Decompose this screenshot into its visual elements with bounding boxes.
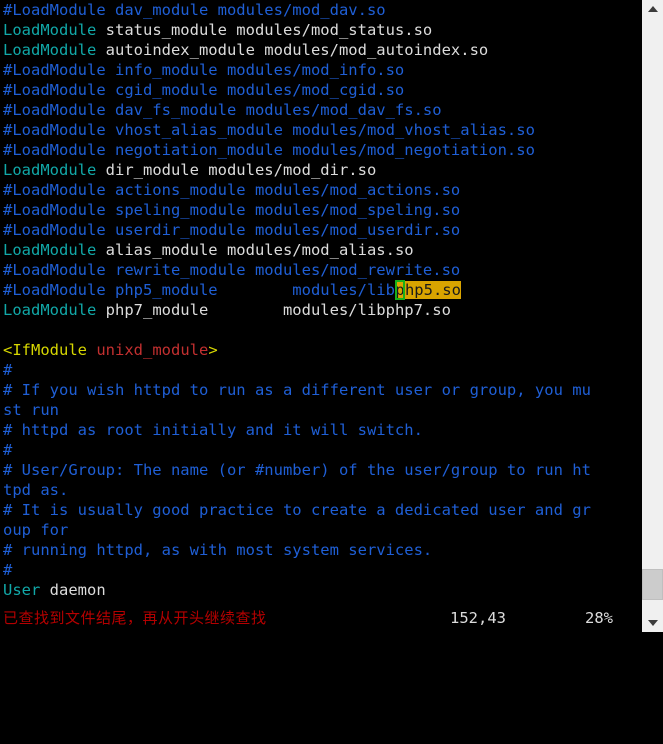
buffer-line[interactable]: # <box>0 560 641 580</box>
code-token: oup for <box>3 521 69 539</box>
chevron-up-icon <box>647 6 658 12</box>
buffer-line[interactable]: #LoadModule vhost_alias_module modules/m… <box>0 120 641 140</box>
buffer-line[interactable]: LoadModule dir_module modules/mod_dir.so <box>0 160 641 180</box>
code-token: dir_module modules/mod_dir.so <box>105 161 377 179</box>
code-token: #LoadModule dav_module modules/mod_dav.s… <box>3 1 386 19</box>
editor-column: #LoadModule dav_module modules/mod_dav.s… <box>0 0 641 632</box>
code-token: <IfModule <box>3 341 97 359</box>
code-token: LoadModule <box>3 161 106 179</box>
code-token: # If you wish httpd to run as a differen… <box>3 381 591 399</box>
vertical-scrollbar[interactable] <box>641 0 663 632</box>
code-token: # <box>3 361 13 379</box>
buffer-line[interactable]: #LoadModule negotiation_module modules/m… <box>0 140 641 160</box>
text-cursor: p <box>394 280 405 300</box>
code-token: LoadModule <box>3 241 106 259</box>
text-buffer[interactable]: #LoadModule dav_module modules/mod_dav.s… <box>0 0 641 604</box>
search-status-message: 已查找到文件结尾，再从开头继续查找 <box>3 609 267 627</box>
scroll-down-button[interactable] <box>642 614 663 632</box>
buffer-line[interactable] <box>0 320 641 340</box>
buffer-line[interactable]: <IfModule unixd_module> <box>0 340 641 360</box>
code-token: alias_module modules/mod_alias.so <box>105 241 414 259</box>
code-token: #LoadModule negotiation_module modules/m… <box>3 141 535 159</box>
code-token: tpd as. <box>3 481 69 499</box>
buffer-line[interactable]: # If you wish httpd to run as a differen… <box>0 380 641 400</box>
buffer-line[interactable]: # <box>0 360 641 380</box>
code-token: User <box>3 581 50 599</box>
buffer-line[interactable]: #LoadModule php5_module modules/libphp5.… <box>0 280 641 300</box>
code-token: php7_module modules/libphp7.so <box>105 301 451 319</box>
buffer-line[interactable]: #LoadModule cgid_module modules/mod_cgid… <box>0 80 641 100</box>
buffer-line[interactable]: #LoadModule dav_fs_module modules/mod_da… <box>0 100 641 120</box>
search-match-highlight: hp5.so <box>404 281 461 299</box>
code-token: status_module modules/mod_status.so <box>105 21 433 39</box>
buffer-line[interactable]: tpd as. <box>0 480 641 500</box>
code-token: # running httpd, as with most system ser… <box>3 541 433 559</box>
code-token: LoadModule <box>3 41 106 59</box>
buffer-line[interactable]: #LoadModule info_module modules/mod_info… <box>0 60 641 80</box>
code-token: #LoadModule cgid_module modules/mod_cgid… <box>3 81 405 99</box>
buffer-line[interactable]: User daemon <box>0 580 641 600</box>
code-token: #LoadModule info_module modules/mod_info… <box>3 61 405 79</box>
code-token: #LoadModule php5_module modules/lib <box>3 281 395 299</box>
code-token: #LoadModule speling_module modules/mod_s… <box>3 201 461 219</box>
code-token: #LoadModule vhost_alias_module modules/m… <box>3 121 535 139</box>
buffer-line[interactable]: LoadModule php7_module modules/libphp7.s… <box>0 300 641 320</box>
code-token: # <box>3 441 13 459</box>
code-token: # It is usually good practice to create … <box>3 501 591 519</box>
code-token: > <box>208 341 218 359</box>
code-token: LoadModule <box>3 301 106 319</box>
code-token: daemon <box>49 581 106 599</box>
buffer-line[interactable]: #LoadModule speling_module modules/mod_s… <box>0 200 641 220</box>
vim-window: #LoadModule dav_module modules/mod_dav.s… <box>0 0 663 632</box>
buffer-line[interactable]: #LoadModule actions_module modules/mod_a… <box>0 180 641 200</box>
scroll-up-button[interactable] <box>642 0 663 18</box>
buffer-line[interactable]: oup for <box>0 520 641 540</box>
buffer-line[interactable]: # User/Group: The name (or #number) of t… <box>0 460 641 480</box>
scrollbar-track[interactable] <box>642 18 663 614</box>
code-token: autoindex_module modules/mod_autoindex.s… <box>105 41 489 59</box>
buffer-line[interactable]: LoadModule status_module modules/mod_sta… <box>0 20 641 40</box>
buffer-line[interactable]: st run <box>0 400 641 420</box>
buffer-line[interactable]: LoadModule autoindex_module modules/mod_… <box>0 40 641 60</box>
code-token: unixd_module <box>96 341 209 359</box>
status-line: 已查找到文件结尾，再从开头继续查找 152,43 28% <box>0 604 641 632</box>
code-token: # httpd as root initially and it will sw… <box>3 421 423 439</box>
code-token: #LoadModule dav_fs_module modules/mod_da… <box>3 101 442 119</box>
code-token: st run <box>3 401 59 419</box>
buffer-line[interactable]: # running httpd, as with most system ser… <box>0 540 641 560</box>
buffer-line[interactable]: # <box>0 440 641 460</box>
code-token: #LoadModule userdir_module modules/mod_u… <box>3 221 461 239</box>
code-token: LoadModule <box>3 21 106 39</box>
buffer-line[interactable]: #LoadModule dav_module modules/mod_dav.s… <box>0 0 641 20</box>
code-token: #LoadModule rewrite_module modules/mod_r… <box>3 261 461 279</box>
code-token: #LoadModule actions_module modules/mod_a… <box>3 181 461 199</box>
buffer-line[interactable]: # httpd as root initially and it will sw… <box>0 420 641 440</box>
buffer-line[interactable]: # It is usually good practice to create … <box>0 500 641 520</box>
scroll-percent: 28% <box>585 609 613 627</box>
cursor-position-ruler: 152,43 <box>450 609 506 627</box>
chevron-down-icon <box>647 620 658 626</box>
buffer-line[interactable]: LoadModule alias_module modules/mod_alia… <box>0 240 641 260</box>
buffer-line[interactable]: #LoadModule rewrite_module modules/mod_r… <box>0 260 641 280</box>
buffer-line[interactable]: #LoadModule userdir_module modules/mod_u… <box>0 220 641 240</box>
code-token: # User/Group: The name (or #number) of t… <box>3 461 591 479</box>
code-token: # <box>3 561 13 579</box>
scrollbar-thumb[interactable] <box>642 569 663 600</box>
